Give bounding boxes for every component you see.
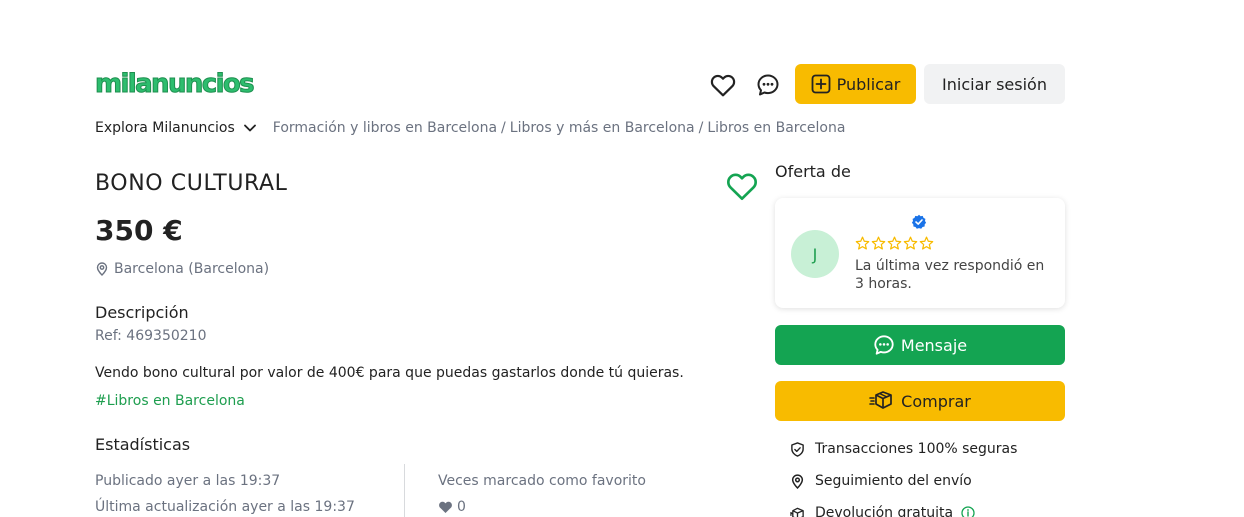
feature-free-returns: Devolución gratuita <box>790 504 975 517</box>
breadcrumb-item[interactable]: Libros en Barcelona <box>707 119 845 137</box>
star-outline-icon <box>903 236 918 251</box>
listing-title: BONO CULTURAL <box>95 171 288 196</box>
buy-label: Comprar <box>901 391 971 411</box>
listing-description: Vendo bono cultural por valor de 400€ pa… <box>95 365 684 381</box>
feature-shipment-tracking: Seguimiento del envío <box>790 472 972 490</box>
chevron-down-icon <box>243 121 257 135</box>
star-outline-icon <box>855 236 870 251</box>
messages-chat-icon[interactable] <box>752 69 784 101</box>
location-pin-icon <box>95 262 109 276</box>
seller-card[interactable]: J La última vez respondió en 3 horas. <box>775 198 1065 308</box>
publish-button[interactable]: Publicar <box>795 64 916 104</box>
star-outline-icon <box>919 236 934 251</box>
seller-rating <box>855 236 934 251</box>
heart-filled-icon <box>438 500 453 514</box>
milanuncios-logo[interactable]: milanuncios <box>94 68 255 100</box>
box-return-icon <box>790 506 805 517</box>
stats-divider <box>404 464 405 517</box>
favorites-count-label: Veces marcado como favorito <box>438 473 646 489</box>
breadcrumb-item[interactable]: Libros y más en Barcelona <box>510 119 695 137</box>
breadcrumb-trail: Formación y libros en Barcelona / Libros… <box>273 119 846 137</box>
updated-date: Última actualización ayer a las 19:37 <box>95 499 355 515</box>
shield-check-icon <box>790 441 805 457</box>
breadcrumb: Explora Milanuncios Formación y libros e… <box>95 119 845 137</box>
breadcrumb-separator: / <box>501 120 506 136</box>
listing-location: Barcelona (Barcelona) <box>95 260 269 278</box>
fast-shipping-box-icon <box>869 390 893 412</box>
login-button[interactable]: Iniciar sesión <box>924 64 1065 104</box>
description-heading: Descripción <box>95 303 189 322</box>
feature-label: Transacciones 100% seguras <box>815 441 1018 457</box>
add-favorite-heart-icon[interactable] <box>726 171 758 201</box>
star-outline-icon <box>871 236 886 251</box>
published-date: Publicado ayer a las 19:37 <box>95 473 281 489</box>
listing-price: 350 € <box>95 214 183 247</box>
chat-bubble-icon <box>873 334 895 356</box>
category-tag-link[interactable]: #Libros en Barcelona <box>95 392 245 410</box>
message-button[interactable]: Mensaje <box>775 325 1065 365</box>
buy-button[interactable]: Comprar <box>775 381 1065 421</box>
breadcrumb-separator: / <box>698 120 704 136</box>
listing-ref: Ref: 469350210 <box>95 328 207 344</box>
feature-label: Devolución gratuita <box>815 505 954 517</box>
message-label: Mensaje <box>900 335 968 355</box>
offer-by-label: Oferta de <box>775 162 851 181</box>
favorites-count: 0 <box>438 498 466 516</box>
publish-label: Publicar <box>836 74 901 94</box>
stats-heading: Estadísticas <box>95 435 191 454</box>
star-outline-icon <box>887 236 902 251</box>
feature-label: Seguimiento del envío <box>815 473 972 489</box>
plus-square-icon <box>811 74 831 94</box>
favorites-count-value: 0 <box>457 499 466 515</box>
info-icon[interactable] <box>961 506 975 517</box>
explore-menu[interactable]: Explora Milanuncios <box>95 119 257 137</box>
seller-avatar[interactable]: J <box>791 230 839 278</box>
breadcrumb-item[interactable]: Formación y libros en Barcelona <box>273 119 497 137</box>
verified-badge-icon <box>911 214 927 230</box>
location-pin-icon <box>790 473 805 489</box>
location-label: Barcelona (Barcelona) <box>114 261 270 277</box>
feature-secure-transactions: Transacciones 100% seguras <box>790 440 1017 458</box>
seller-response-time: La última vez respondió en 3 horas. <box>855 258 1045 292</box>
favorites-heart-icon[interactable] <box>707 69 739 101</box>
explore-label: Explora Milanuncios <box>95 120 235 136</box>
